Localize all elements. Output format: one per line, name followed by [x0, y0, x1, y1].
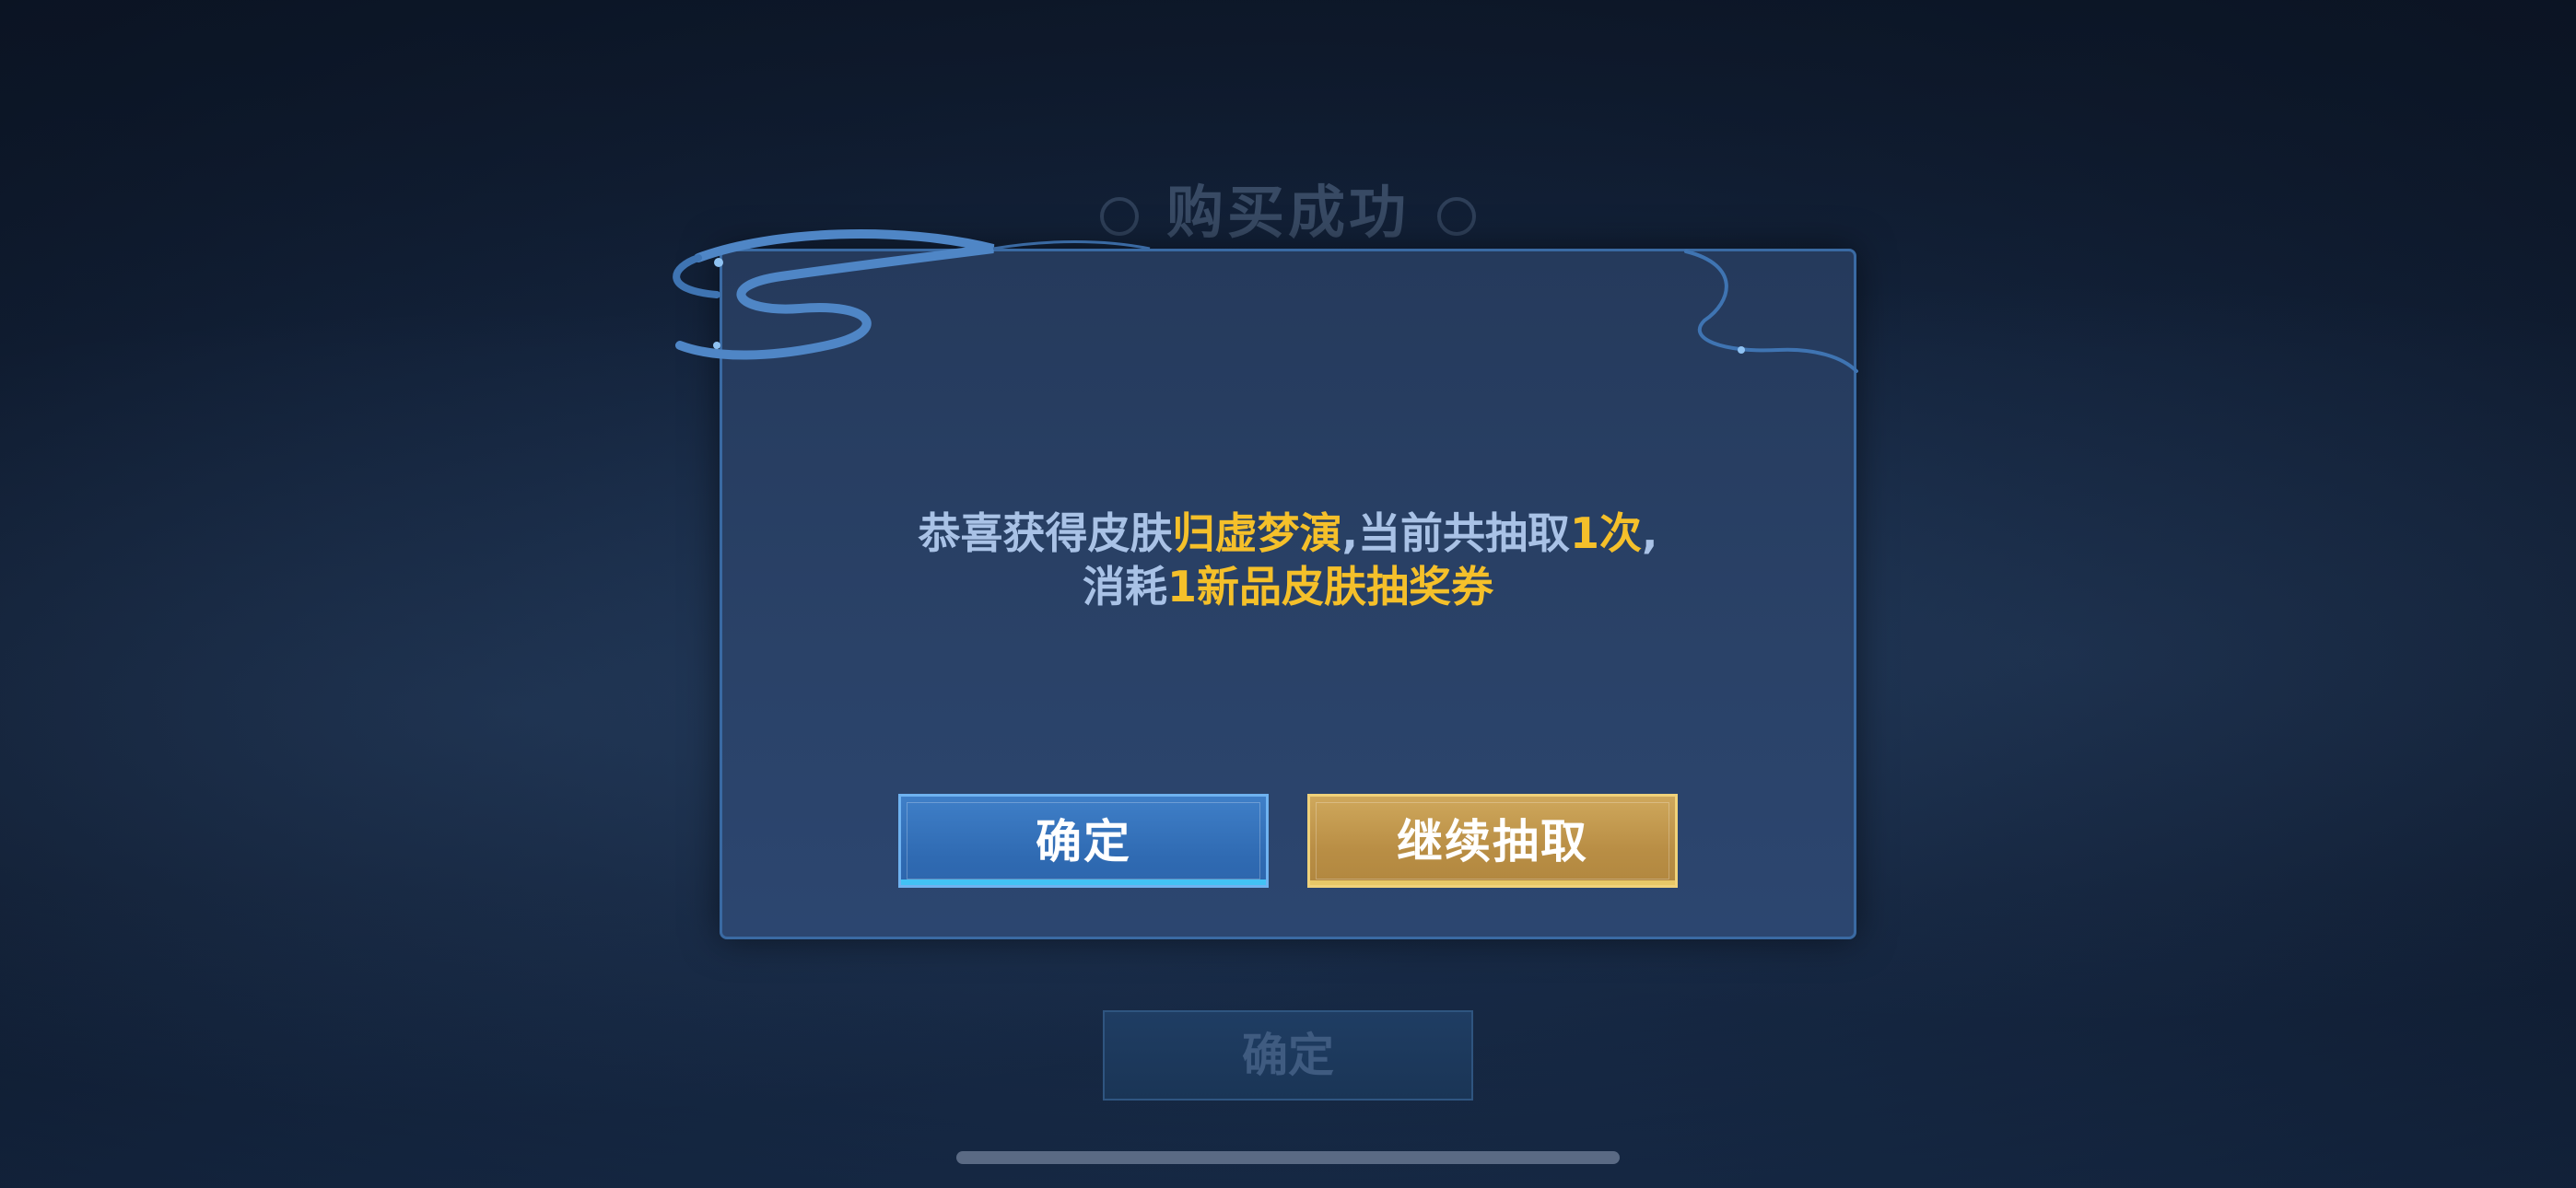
swirl-decoration-icon [673, 229, 1151, 360]
background-title-text: 购买成功 [1165, 179, 1410, 246]
message-line-1: 恭喜获得皮肤归虚梦演,当前共抽取1次, [720, 507, 1856, 560]
home-indicator[interactable] [956, 1151, 1620, 1164]
confirm-button[interactable]: 确定 [898, 794, 1269, 888]
result-message: 恭喜获得皮肤归虚梦演,当前共抽取1次, 消耗1新品皮肤抽奖券 [720, 507, 1856, 613]
continue-draw-button-label: 继续抽取 [1397, 815, 1588, 868]
message-text: ,当前共抽取 [1341, 508, 1570, 558]
continue-draw-button[interactable]: 继续抽取 [1307, 794, 1678, 888]
confirm-button-label: 确定 [1036, 815, 1131, 868]
message-text: 恭喜获得皮肤 [918, 508, 1173, 558]
swirl-decoration-icon [1684, 250, 1858, 373]
message-line-2: 消耗1新品皮肤抽奖券 [720, 560, 1856, 613]
message-text: 消耗 [1082, 562, 1167, 611]
ticket-cost: 1新品皮肤抽奖券 [1166, 562, 1493, 611]
draw-count: 1次 [1569, 508, 1642, 558]
background-confirm-button: 确定 [1103, 1010, 1473, 1101]
background-title: 购买成功 [0, 166, 2576, 249]
skin-name: 归虚梦演 [1172, 508, 1342, 558]
message-text: , [1642, 508, 1658, 558]
ornament-icon [1437, 196, 1476, 236]
